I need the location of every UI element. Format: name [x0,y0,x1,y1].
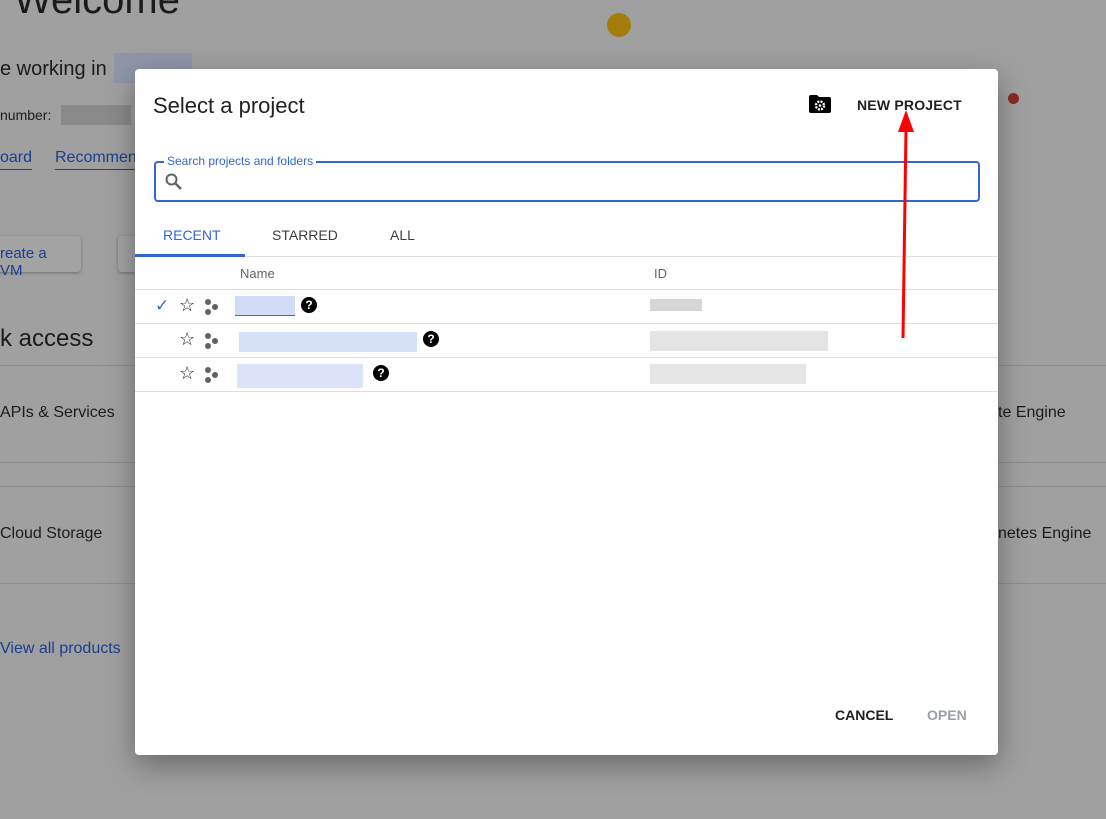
annotation-arrow [898,110,914,339]
